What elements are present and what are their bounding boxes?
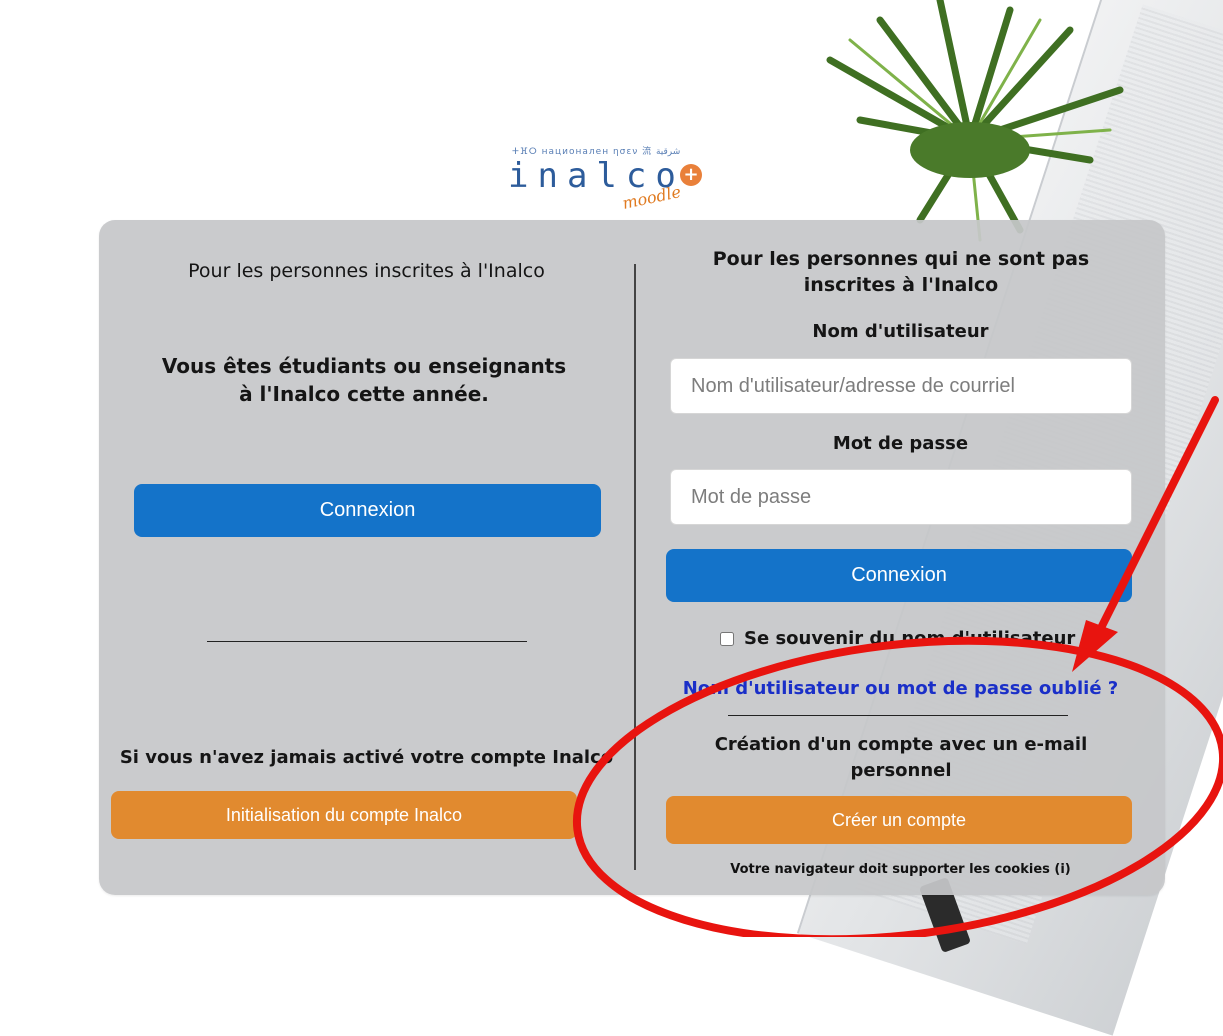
login-panel: Pour les personnes inscrites à l'Inalco …: [99, 220, 1165, 895]
logo-plus-icon: +: [680, 164, 702, 186]
create-account-button[interactable]: Créer un compte: [666, 796, 1132, 844]
username-label: Nom d'utilisateur: [812, 321, 989, 342]
external-heading: Pour les personnes qui ne sont pas inscr…: [712, 248, 1090, 296]
right-separator: [728, 715, 1068, 716]
external-login-button[interactable]: Connexion: [666, 549, 1132, 602]
cookies-note: Votre navigateur doit supporter les cook…: [730, 862, 1071, 877]
remember-username-label: Se souvenir du nom d'utilisateur: [744, 628, 1076, 649]
left-separator: [207, 641, 527, 642]
institutional-subheading: Vous êtes étudiants ou enseignants à l'I…: [161, 354, 567, 406]
institutional-login-button[interactable]: Connexion: [134, 484, 601, 537]
remember-username-checkbox[interactable]: [720, 631, 734, 646]
init-account-button[interactable]: Initialisation du compte Inalco: [111, 791, 577, 839]
external-login-column: Pour les personnes qui ne sont pas inscr…: [636, 220, 1165, 895]
password-input[interactable]: [670, 469, 1132, 525]
institutional-heading: Pour les personnes inscrites à l'Inalco: [188, 260, 545, 282]
inalco-moodle-logo: ⵜⴼⵔ национален ησεν 流 شرقية inalco moodl…: [504, 140, 760, 214]
institutional-login-column: Pour les personnes inscrites à l'Inalco …: [99, 220, 634, 895]
activate-account-text: Si vous n'avez jamais activé votre compt…: [119, 747, 614, 768]
create-account-heading: Création d'un compte avec un e-mail pers…: [714, 734, 1088, 781]
username-input[interactable]: [670, 358, 1132, 414]
forgot-password-link[interactable]: Nom d'utilisateur ou mot de passe oublié…: [636, 678, 1165, 699]
password-label: Mot de passe: [832, 433, 969, 454]
remember-username[interactable]: Se souvenir du nom d'utilisateur: [720, 628, 1075, 649]
plant-image: [826, 0, 1124, 242]
